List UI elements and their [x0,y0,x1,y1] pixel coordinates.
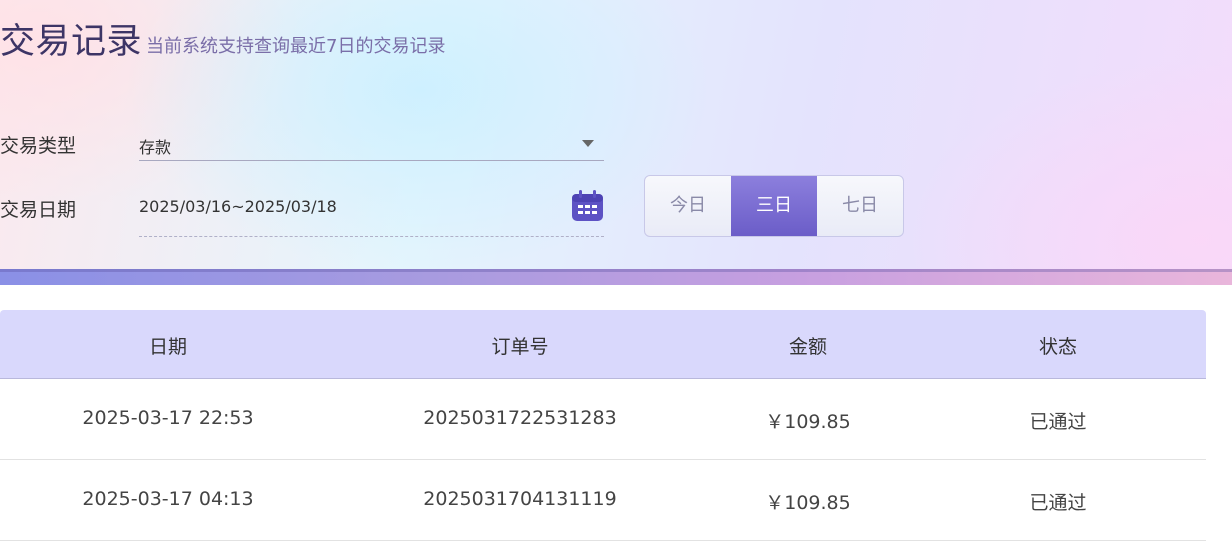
date-range-toggle: 今日 三日 七日 [644,175,904,237]
range-three-days-button[interactable]: 三日 [731,176,817,236]
caret-down-icon [582,140,594,147]
cell-date: 2025-03-17 04:13 [82,488,254,510]
transaction-date-input[interactable]: 2025/03/16~2025/03/18 [139,188,604,237]
transaction-date-label: 交易日期 [0,199,77,221]
cell-order-number: 2025031722531283 [423,407,617,429]
transaction-type-value: 存款 [139,138,172,157]
cell-order-number: 2025031704131119 [423,488,617,510]
transaction-date-value: 2025/03/16~2025/03/18 [139,197,337,216]
page-title: 交易记录 [0,22,143,62]
cell-status: 已通过 [1029,411,1087,433]
cell-amount: ￥109.85 [765,411,851,433]
column-header-date: 日期 [148,336,187,358]
range-today-button[interactable]: 今日 [645,176,731,236]
calendar-icon[interactable] [571,190,604,222]
cell-date: 2025-03-17 22:53 [82,407,254,429]
column-header-order-number: 订单号 [491,336,549,358]
table-row[interactable]: 2025-03-17 04:13 2025031704131119 ￥109.8… [0,460,1206,541]
range-seven-days-button[interactable]: 七日 [817,176,903,236]
header-divider [0,269,1232,285]
table-header: 日期 订单号 金额 状态 [0,310,1206,379]
cell-status: 已通过 [1029,492,1087,514]
transaction-type-select[interactable]: 存款 [139,124,604,161]
transaction-type-label: 交易类型 [0,135,77,157]
column-header-status: 状态 [1038,336,1077,358]
transactions-table: 日期 订单号 金额 状态 2025-03-17 22:53 2025031722… [0,310,1206,541]
header-banner: 交易记录 当前系统支持查询最近7日的交易记录 交易类型 存款 交易日期 2025… [0,0,1232,271]
column-header-amount: 金额 [788,336,827,358]
cell-amount: ￥109.85 [765,492,851,514]
page-subtitle: 当前系统支持查询最近7日的交易记录 [146,36,446,57]
table-row[interactable]: 2025-03-17 22:53 2025031722531283 ￥109.8… [0,379,1206,460]
